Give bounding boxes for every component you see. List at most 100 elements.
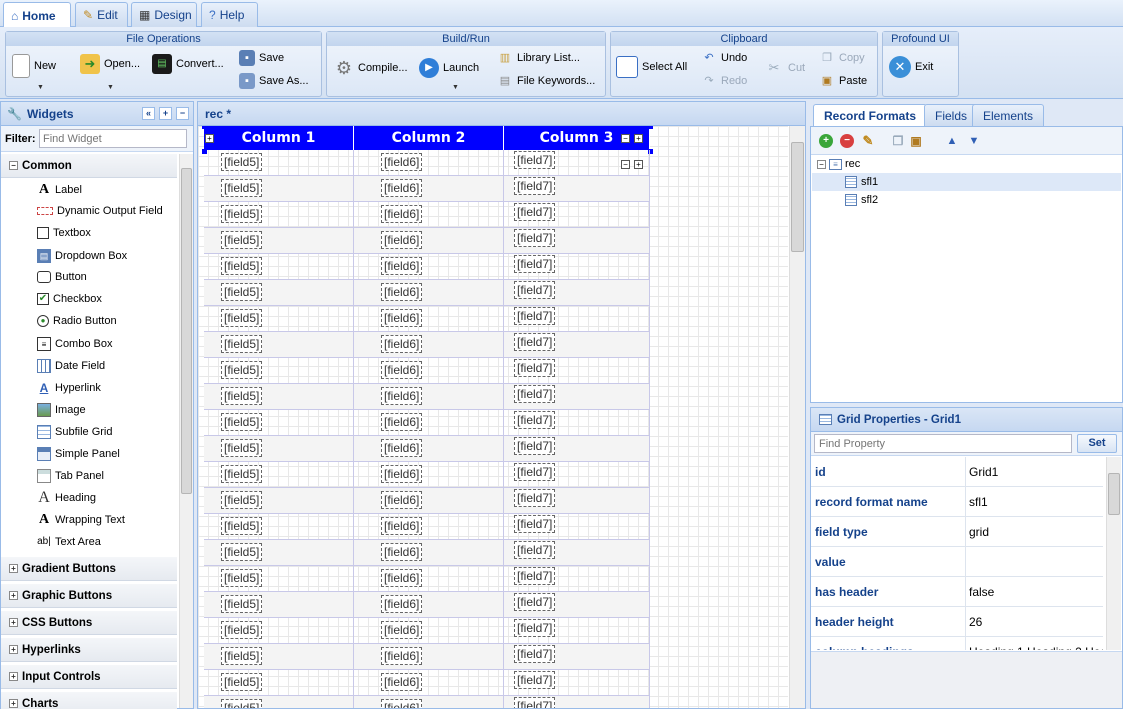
add-column-left-icon[interactable]: + xyxy=(205,134,214,143)
grid-cell[interactable]: [field6] xyxy=(354,228,504,254)
launch-dropdown-icon[interactable]: ▼ xyxy=(452,84,459,91)
grid-row[interactable]: [field5] [field6] [field7] xyxy=(204,514,650,540)
property-row[interactable]: header height 26 xyxy=(811,607,1103,637)
output-field[interactable]: [field7] xyxy=(514,333,556,351)
output-field[interactable]: [field6] xyxy=(381,361,423,379)
property-row[interactable]: column headingsHeading 1,Heading 2,Headi… xyxy=(811,637,1103,650)
grid-cell[interactable]: [field5] xyxy=(204,176,354,202)
copy-record-icon[interactable]: ❐ xyxy=(891,134,905,148)
grid-row[interactable]: [field5] [field6] [field7] xyxy=(204,176,650,202)
grid-cell[interactable]: [field6] xyxy=(354,202,504,228)
property-value[interactable]: 26 xyxy=(966,607,1103,637)
grid-cell[interactable]: [field6] xyxy=(354,696,504,708)
widget-heading[interactable]: A Heading xyxy=(37,490,96,506)
grid-cell[interactable]: [field5] xyxy=(204,384,354,410)
grid-row[interactable]: [field5] [field6] [field7] xyxy=(204,644,650,670)
output-field[interactable]: [field5] xyxy=(221,179,263,197)
grid-row[interactable]: [field5] [field6] [field7] xyxy=(204,202,650,228)
paste-record-icon[interactable]: ▣ xyxy=(909,134,923,148)
grid-column-header[interactable]: Column 2 xyxy=(354,126,504,150)
collapse-all-icon[interactable]: − xyxy=(176,107,189,120)
output-field[interactable]: [field7] xyxy=(514,255,556,273)
grid-cell[interactable]: [field7] xyxy=(504,332,650,358)
grid-row[interactable]: [field5] [field6] [field7] xyxy=(204,384,650,410)
output-field[interactable]: [field6] xyxy=(381,205,423,223)
output-field[interactable]: [field6] xyxy=(381,517,423,535)
category-common[interactable]: − Common xyxy=(1,154,177,178)
grid-row[interactable]: [field5] [field6] [field7] xyxy=(204,696,650,708)
output-field[interactable]: [field6] xyxy=(381,231,423,249)
property-value[interactable]: Heading 1,Heading 2,Heading 3 xyxy=(966,637,1103,650)
collapse-left-icon[interactable]: « xyxy=(142,107,155,120)
convert-button[interactable]: ▤ Convert... xyxy=(152,54,224,74)
category-gradient-buttons[interactable]: + Gradient Buttons xyxy=(1,557,177,581)
grid-cell[interactable]: [field5] xyxy=(204,462,354,488)
move-down-icon[interactable]: ▼ xyxy=(967,134,981,148)
output-field[interactable]: [field7] xyxy=(514,671,556,689)
output-field[interactable]: [field7] xyxy=(514,593,556,611)
tree-collapse-icon[interactable]: − xyxy=(817,159,826,169)
grid-cell[interactable]: [field5] xyxy=(204,410,354,436)
grid-cell[interactable]: [field5] xyxy=(204,332,354,358)
output-field[interactable]: [field5] xyxy=(221,543,263,561)
output-field[interactable]: [field6] xyxy=(381,621,423,639)
new-button[interactable]: New xyxy=(12,54,56,78)
output-field[interactable]: [field5] xyxy=(221,283,263,301)
output-field[interactable]: [field7] xyxy=(514,307,556,325)
widget-button[interactable]: Button xyxy=(37,271,87,283)
output-field[interactable]: [field5] xyxy=(221,387,263,405)
widget-date-field[interactable]: Date Field xyxy=(37,359,105,373)
grid-row[interactable]: [field5] [field6] [field7] xyxy=(204,592,650,618)
grid-cell[interactable]: [field6] xyxy=(354,488,504,514)
grid-cell[interactable]: [field6] xyxy=(354,150,504,176)
output-field[interactable]: [field6] xyxy=(381,595,423,613)
save-button[interactable]: ▪ Save xyxy=(239,50,284,66)
widget-wrapping-text[interactable]: A Wrapping Text xyxy=(37,513,125,527)
output-field[interactable]: [field5] xyxy=(221,413,263,431)
output-field[interactable]: [field6] xyxy=(381,309,423,327)
find-property-input[interactable] xyxy=(814,434,1072,453)
output-field[interactable]: [field5] xyxy=(221,647,263,665)
grid-cell[interactable]: [field6] xyxy=(354,670,504,696)
grid-cell[interactable]: [field6] xyxy=(354,306,504,332)
grid-cell[interactable]: [field5] xyxy=(204,436,354,462)
grid-cell[interactable]: [field7] xyxy=(504,592,650,618)
grid-cell[interactable]: [field7] xyxy=(504,696,650,708)
output-field[interactable]: [field7] xyxy=(514,411,556,429)
open-button[interactable]: ➜ Open... xyxy=(80,54,140,74)
output-field[interactable]: [field6] xyxy=(381,491,423,509)
grid-cell[interactable]: [field7] xyxy=(504,488,650,514)
grid-row[interactable]: [field5] [field6] [field7] xyxy=(204,254,650,280)
grid-cell[interactable]: [field6] xyxy=(354,644,504,670)
grid-header[interactable]: Column 1 Column 2 Column 3 xyxy=(204,126,650,150)
output-field[interactable]: [field5] xyxy=(221,231,263,249)
output-field[interactable]: [field7] xyxy=(514,229,556,247)
grid-row[interactable]: [field5] [field6] [field7] xyxy=(204,436,650,462)
properties-scroll-thumb[interactable] xyxy=(1108,473,1120,515)
select-all-button[interactable]: Select All xyxy=(616,56,687,78)
output-field[interactable]: [field6] xyxy=(381,335,423,353)
new-dropdown-icon[interactable]: ▼ xyxy=(37,84,44,91)
library-list-button[interactable]: ▥ Library List... xyxy=(497,50,580,66)
tab-home[interactable]: ⌂ Home xyxy=(3,2,71,28)
grid-cell[interactable]: [field7] xyxy=(504,254,650,280)
launch-button[interactable]: ▶ Launch xyxy=(419,58,479,78)
output-field[interactable]: [field7] xyxy=(514,541,556,559)
property-value[interactable]: Grid1 xyxy=(966,457,1103,487)
output-field[interactable]: [field5] xyxy=(221,439,263,457)
output-field[interactable]: [field6] xyxy=(381,569,423,587)
output-field[interactable]: [field7] xyxy=(514,359,556,377)
resize-handle[interactable] xyxy=(202,126,207,129)
design-canvas[interactable]: Column 1 Column 2 Column 3 + − + [field5][… xyxy=(198,126,788,708)
output-field[interactable]: [field7] xyxy=(514,281,556,299)
grid-cell[interactable]: [field6] xyxy=(354,514,504,540)
widget-label[interactable]: A Label xyxy=(37,183,82,197)
tab-edit[interactable]: ✎ Edit xyxy=(75,2,128,27)
property-row[interactable]: value xyxy=(811,547,1103,577)
grid-cell[interactable]: [field5] xyxy=(204,488,354,514)
output-field[interactable]: [field7] xyxy=(514,151,556,169)
property-value[interactable]: sfl1 xyxy=(966,487,1103,517)
grid-cell[interactable]: [field7] xyxy=(504,670,650,696)
grid-cell[interactable]: [field6] xyxy=(354,566,504,592)
grid-cell[interactable]: [field5] xyxy=(204,592,354,618)
